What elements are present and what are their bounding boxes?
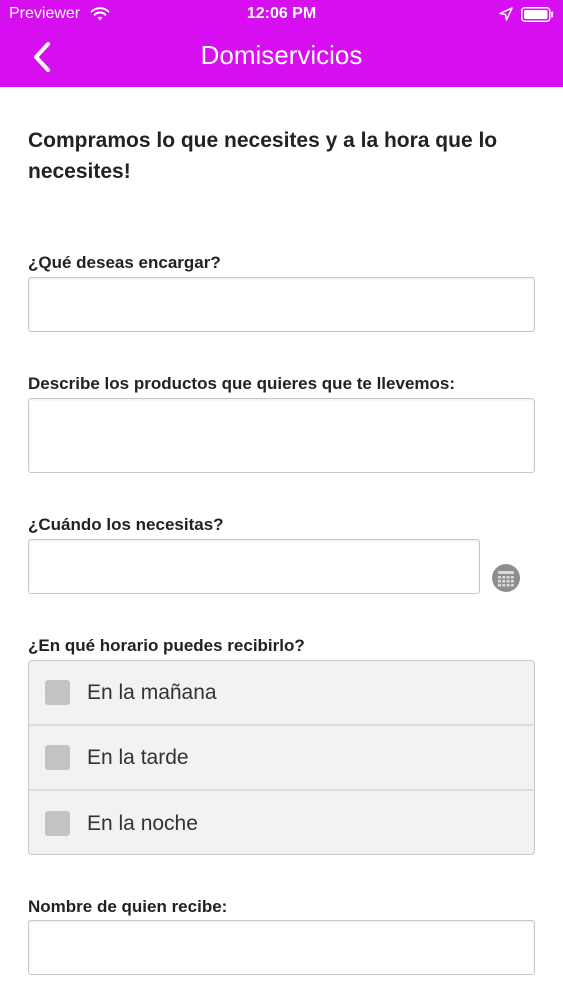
receiver-input[interactable]	[28, 920, 535, 975]
checkbox-night[interactable]	[45, 811, 70, 836]
option-night[interactable]: En la noche	[29, 791, 534, 854]
option-morning[interactable]: En la mañana	[29, 661, 534, 726]
nav-bar: Domiservicios	[0, 30, 563, 87]
option-afternoon[interactable]: En la tarde	[29, 726, 534, 791]
schedule-label: ¿En qué horario puedes recibirlo?	[28, 636, 305, 655]
calendar-icon[interactable]	[491, 563, 521, 593]
date-input[interactable]	[28, 539, 480, 594]
receiver-label: Nombre de quien recibe:	[28, 897, 228, 916]
option-label-afternoon: En la tarde	[87, 745, 189, 769]
description-textarea[interactable]	[28, 398, 535, 473]
schedule-options: En la mañana En la tarde En la noche	[28, 660, 535, 855]
option-label-morning: En la mañana	[87, 680, 217, 704]
when-label: ¿Cuándo los necesitas?	[28, 515, 224, 534]
app-header: Previewer 12:06 PM Domiservicios	[0, 0, 563, 87]
status-bar: Previewer 12:06 PM	[0, 0, 563, 30]
option-label-night: En la noche	[87, 811, 198, 835]
checkbox-morning[interactable]	[45, 680, 70, 705]
checkbox-afternoon[interactable]	[45, 745, 70, 770]
location-icon	[499, 7, 513, 21]
battery-icon	[521, 7, 554, 22]
order-label: ¿Qué deseas encargar?	[28, 253, 221, 272]
status-time: 12:06 PM	[246, 5, 317, 22]
intro-text: Compramos lo que necesites y a la hora q…	[28, 129, 498, 183]
page-title: Domiservicios	[200, 40, 363, 70]
description-label: Describe los productos que quieres que t…	[28, 374, 456, 393]
order-input[interactable]	[28, 277, 535, 332]
